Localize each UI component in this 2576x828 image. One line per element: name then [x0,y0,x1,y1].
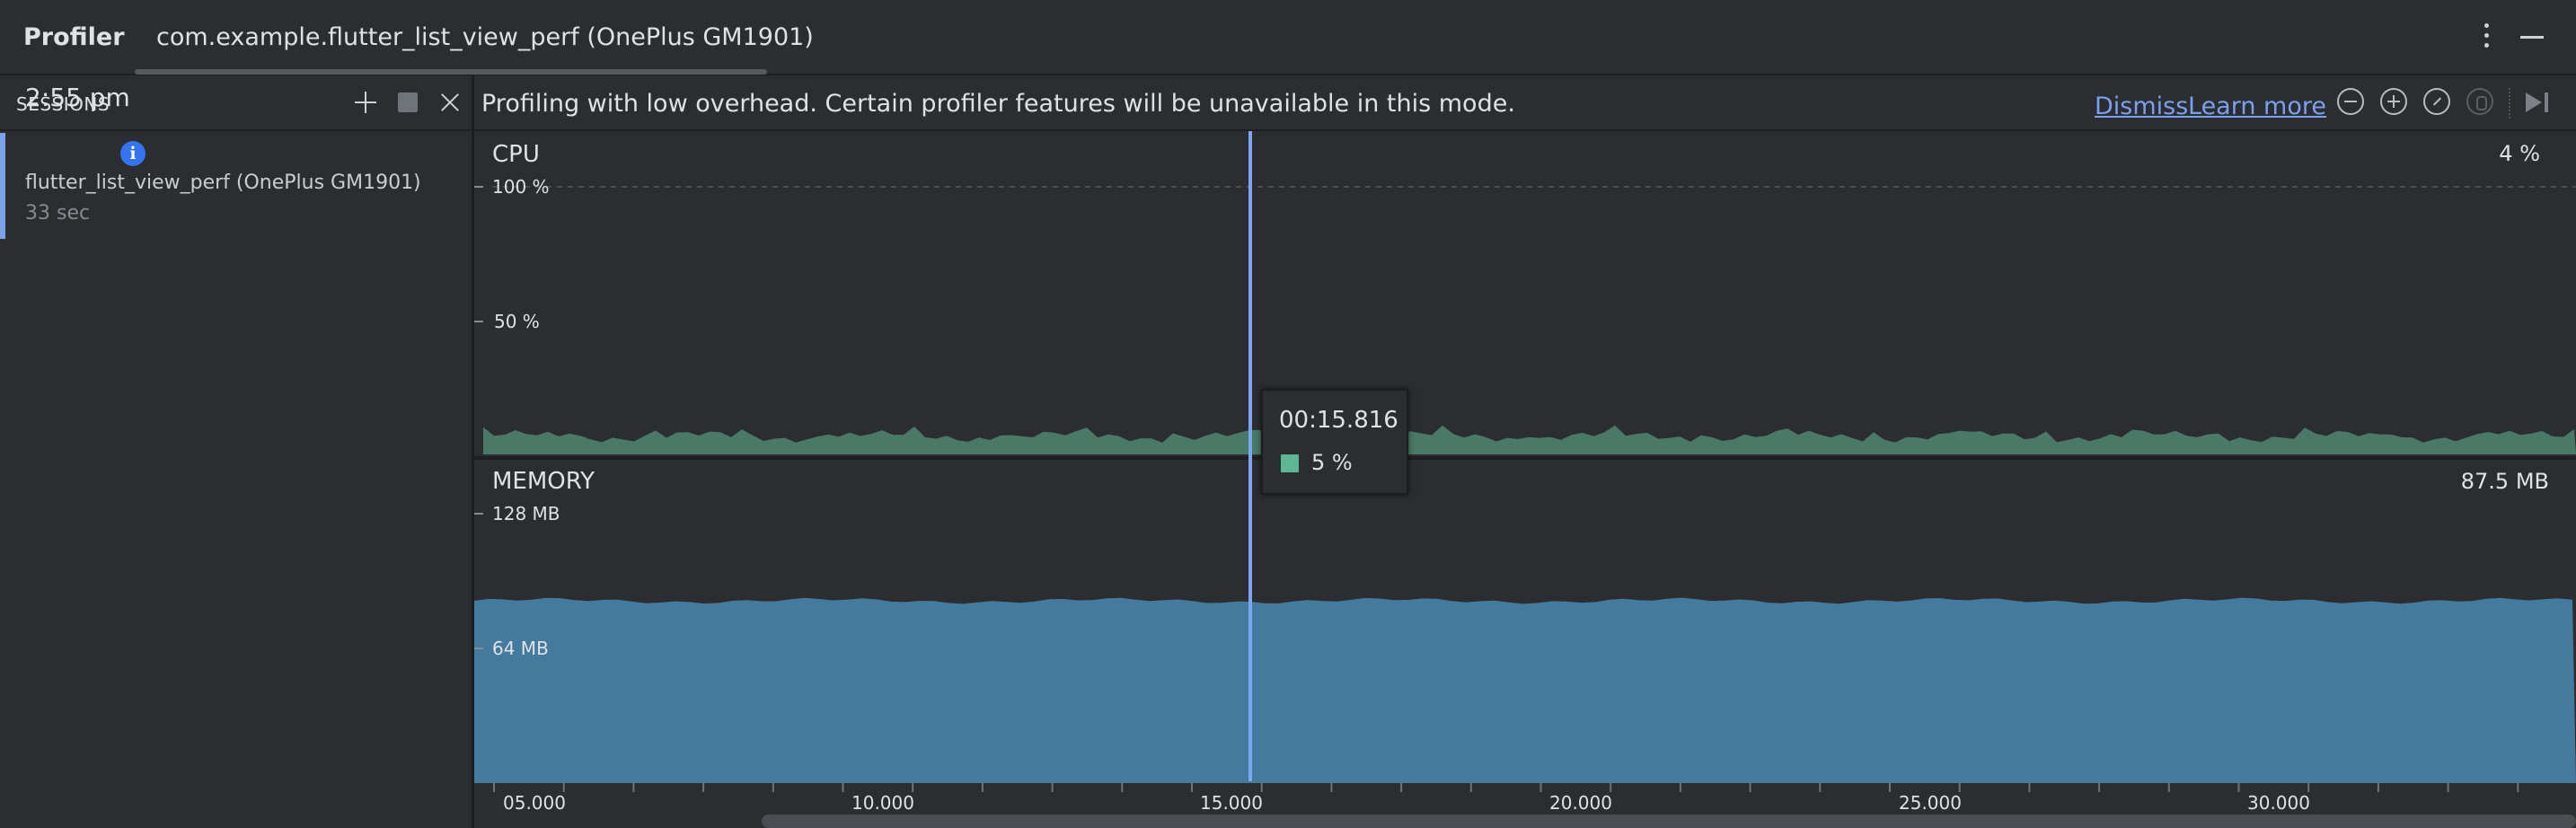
stop-icon[interactable] [398,92,418,112]
close-icon[interactable] [437,90,463,115]
dismiss-link[interactable]: Dismiss [2095,92,2188,120]
session-time: 2:55 pm [25,83,130,112]
time-label: 10.000 [851,792,914,814]
cpu-current-value: 4 % [2499,141,2540,166]
memory-usage-area [474,597,2576,783]
time-label: 15.000 [1200,792,1263,814]
axis-tick [474,186,483,188]
memory-current-value: 87.5 MB [2460,469,2549,494]
plus-icon[interactable] [353,90,378,115]
minimize-icon[interactable] [2520,36,2544,39]
memory-axis-64: 64 MB [492,638,549,659]
axis-tick [474,321,483,322]
profiler-window: Profiler com.example.flutter_list_view_p… [0,0,2576,828]
learn-more-link[interactable]: Learn more [2188,92,2326,120]
cpu-tooltip: 00:15.816 5 % [1261,389,1408,495]
time-label: 25.000 [1899,792,1962,814]
toolbar-separator [2509,88,2510,119]
time-label: 05.000 [503,792,566,814]
cpu-usage-area [483,425,2576,454]
process-tab[interactable]: com.example.flutter_list_view_perf (OneP… [156,23,814,51]
section-divider [474,456,2576,460]
tooltip-swatch [1281,454,1299,472]
cpu-label: CPU [492,141,540,168]
axis-tick [474,513,483,515]
session-name: flutter_list_view_perf (OnePlus GM1901) [25,172,421,194]
zoom-in-icon[interactable] [2380,88,2407,115]
more-vertical-icon[interactable] [2475,18,2497,54]
axis-tick [474,647,483,649]
time-label: 30.000 [2247,792,2310,814]
cpu-axis-100: 100 % [492,176,550,198]
timeline-scrollbar[interactable] [762,815,2576,828]
banner-message: Profiling with low overhead. Certain pro… [481,90,1515,118]
memory-axis-128: 128 MB [492,503,560,524]
title-bar: Profiler com.example.flutter_list_view_p… [0,0,2576,75]
tooltip-value: 5 % [1311,450,1353,475]
memory-label: MEMORY [492,468,595,495]
attach-to-live-icon[interactable] [2466,88,2493,115]
zoom-out-icon[interactable] [2337,88,2364,115]
session-selected-accent [0,133,5,239]
cpu-axis-50: 50 % [494,311,540,332]
go-to-live-icon[interactable] [2524,90,2551,115]
timeline-plots[interactable] [474,131,2576,828]
time-label: 20.000 [1549,792,1612,814]
app-title: Profiler [23,23,125,51]
info-icon[interactable]: i [120,141,146,166]
timeline-cursor[interactable] [1248,131,1252,781]
tab-underline [135,69,767,75]
low-overhead-banner: Profiling with low overhead. Certain pro… [474,75,2576,131]
session-duration: 33 sec [25,202,91,225]
reset-zoom-icon[interactable] [2423,88,2450,115]
tooltip-time: 00:15.816 [1279,407,1398,434]
